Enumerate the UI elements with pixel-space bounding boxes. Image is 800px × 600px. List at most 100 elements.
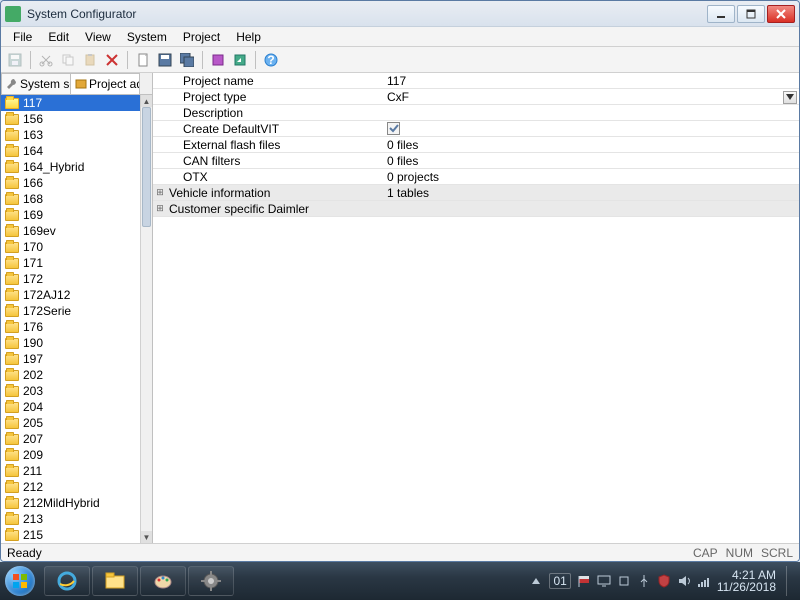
maximize-button[interactable] [737,5,765,23]
menu-file[interactable]: File [5,28,40,46]
system-tray: 01 4:21 AM 11/26/2018 [529,566,800,596]
menu-system[interactable]: System [119,28,175,46]
save-icon[interactable] [5,50,25,70]
tree-item[interactable]: 209 [1,447,140,463]
taskbar-explorer[interactable] [92,566,138,596]
property-value[interactable]: 0 files [385,154,799,168]
taskbar-paint[interactable] [140,566,186,596]
new-doc-icon[interactable] [133,50,153,70]
tab-project-admin[interactable]: Project ad... [70,73,140,94]
tool-config-icon[interactable] [208,50,228,70]
expand-icon[interactable]: ⊞ [153,187,167,198]
copy-icon[interactable] [58,50,78,70]
start-button[interactable] [0,562,40,600]
menu-project[interactable]: Project [175,28,228,46]
tree-item-label: 163 [23,128,43,142]
flag-icon[interactable] [577,574,591,588]
tree-item[interactable]: 169 [1,207,140,223]
folder-icon [5,386,19,397]
show-desktop-button[interactable] [786,566,796,596]
tree-item-label: 170 [23,240,43,254]
close-button[interactable] [767,5,795,23]
tree-item[interactable]: 171 [1,255,140,271]
property-group[interactable]: ⊞Customer specific Daimler [153,201,799,217]
tree-item[interactable]: 172AJ12 [1,287,140,303]
property-row[interactable]: Create DefaultVIT [153,121,799,137]
tree-item[interactable]: 197 [1,351,140,367]
tree-item[interactable]: 163 [1,127,140,143]
menu-edit[interactable]: Edit [40,28,77,46]
tree-item[interactable]: 205 [1,415,140,431]
tree-item[interactable]: 172 [1,271,140,287]
tree-scrollbar[interactable]: ▲ ▼ [140,95,152,543]
taskbar-configurator[interactable] [188,566,234,596]
project-tree[interactable]: 117156163164164_Hybrid166168169169ev1701… [1,95,140,543]
save-all-icon[interactable] [177,50,197,70]
tree-item[interactable]: 213 [1,511,140,527]
tree-item[interactable]: 211 [1,463,140,479]
tree-item[interactable]: 166 [1,175,140,191]
taskbar-clock[interactable]: 4:21 AM 11/26/2018 [717,569,776,593]
tool-launch-icon[interactable] [230,50,250,70]
folder-icon [5,418,19,429]
property-row[interactable]: Project typeCxF [153,89,799,105]
tree-item[interactable]: 164 [1,143,140,159]
tree-item[interactable]: 164_Hybrid [1,159,140,175]
tree-item[interactable]: 215 [1,527,140,543]
tree-item-label: 172 [23,272,43,286]
tree-item[interactable]: 203 [1,383,140,399]
tree-item[interactable]: 212MildHybrid [1,495,140,511]
delete-icon[interactable] [102,50,122,70]
status-num: NUM [726,546,753,560]
tab-system-settings[interactable]: System sett... [1,73,71,94]
folder-icon [5,146,19,157]
network-icon[interactable] [697,574,711,588]
property-group[interactable]: ⊞Vehicle information1 tables [153,185,799,201]
folder-icon [5,242,19,253]
separator [127,51,128,69]
property-row[interactable]: Project name117 [153,73,799,89]
property-value[interactable] [385,121,799,137]
minimize-button[interactable] [707,5,735,23]
property-value[interactable]: 0 projects [385,170,799,184]
shield-icon[interactable] [657,574,671,588]
dropdown-icon[interactable] [783,91,797,104]
property-row[interactable]: CAN filters0 files [153,153,799,169]
property-value[interactable]: 117 [385,74,799,88]
property-value[interactable]: CxF [385,90,799,104]
menu-help[interactable]: Help [228,28,269,46]
tree-item[interactable]: 207 [1,431,140,447]
monitor-icon[interactable] [597,574,611,588]
tree-item[interactable]: 176 [1,319,140,335]
cut-icon[interactable] [36,50,56,70]
scroll-thumb[interactable] [142,107,151,227]
usb-icon[interactable] [637,574,651,588]
property-row[interactable]: OTX0 projects [153,169,799,185]
paste-icon[interactable] [80,50,100,70]
menu-view[interactable]: View [77,28,119,46]
expand-icon[interactable]: ⊞ [153,203,167,214]
volume-icon[interactable] [677,574,691,588]
language-indicator[interactable]: 01 [549,573,570,589]
tree-item[interactable]: 202 [1,367,140,383]
scroll-down-icon[interactable]: ▼ [141,531,152,543]
tree-item[interactable]: 212 [1,479,140,495]
tree-item[interactable]: 117 [1,95,140,111]
tree-item[interactable]: 172Serie [1,303,140,319]
device-icon[interactable] [617,574,631,588]
save-doc-icon[interactable] [155,50,175,70]
tree-item[interactable]: 204 [1,399,140,415]
tray-up-icon[interactable] [529,574,543,588]
tree-item[interactable]: 170 [1,239,140,255]
property-value[interactable]: 0 files [385,138,799,152]
tree-item[interactable]: 156 [1,111,140,127]
checkbox-icon[interactable] [387,122,400,135]
tree-item[interactable]: 190 [1,335,140,351]
taskbar-ie[interactable] [44,566,90,596]
property-row[interactable]: Description [153,105,799,121]
help-icon[interactable]: ? [261,50,281,70]
scroll-up-icon[interactable]: ▲ [141,95,152,107]
tree-item[interactable]: 168 [1,191,140,207]
property-row[interactable]: External flash files0 files [153,137,799,153]
tree-item[interactable]: 169ev [1,223,140,239]
